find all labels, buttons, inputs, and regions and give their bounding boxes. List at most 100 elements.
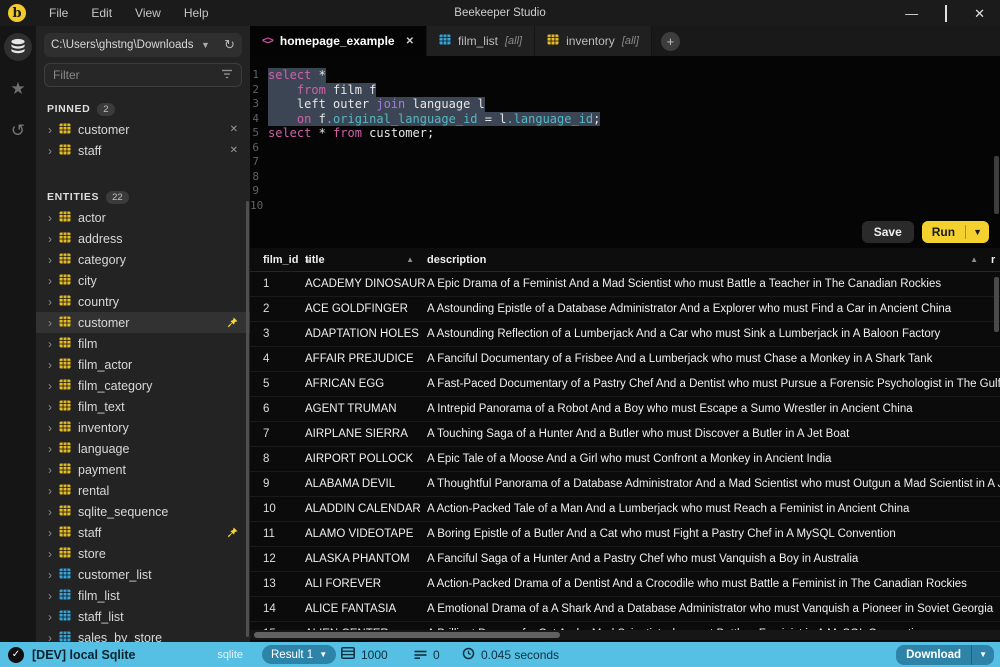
pin-icon[interactable] [227, 317, 238, 328]
chevron-right-icon[interactable]: › [48, 275, 52, 287]
table-row[interactable]: 13ALI FOREVERA Action-Packed Drama of a … [250, 572, 1000, 597]
cell-description[interactable]: A Action-Packed Tale of a Man And a Lumb… [427, 503, 1000, 515]
chevron-right-icon[interactable]: › [48, 145, 52, 157]
cell-title[interactable]: ALAMO VIDEOTAPE [305, 528, 427, 540]
connection-dropdown[interactable]: C:\Users\ghstng\Downloads ▼ ↻ [44, 33, 242, 57]
connections-database-icon[interactable] [4, 33, 32, 61]
chevron-right-icon[interactable]: › [48, 506, 52, 518]
menu-help[interactable]: Help [184, 6, 209, 20]
cell-title[interactable]: AIRPORT POLLOCK [305, 453, 427, 465]
cell-title[interactable]: AFFAIR PREJUDICE [305, 353, 427, 365]
entity-item-staff[interactable]: › staff [36, 522, 250, 543]
tab-inventory[interactable]: inventory[all] [535, 26, 652, 56]
sidebar-scrollbar[interactable] [246, 201, 249, 637]
table-row[interactable]: 1ACADEMY DINOSAURA Epic Drama of a Femin… [250, 272, 1000, 297]
table-row[interactable]: 9ALABAMA DEVILA Thoughtful Panorama of a… [250, 472, 1000, 497]
cell-description[interactable]: A Touching Saga of a Hunter And a Butler… [427, 428, 1000, 440]
results-horizontal-scrollbar[interactable] [250, 630, 1000, 640]
column-header-description[interactable]: description ▲ [427, 254, 991, 266]
table-row[interactable]: 8AIRPORT POLLOCKA Epic Tale of a Moose A… [250, 447, 1000, 472]
cell-description[interactable]: A Fanciful Documentary of a Frisbee And … [427, 353, 1000, 365]
results-vertical-scrollbar[interactable] [994, 277, 999, 332]
chevron-right-icon[interactable]: › [48, 296, 52, 308]
tab-homepage_example[interactable]: <>homepage_example✕ [250, 26, 427, 56]
chevron-right-icon[interactable]: › [48, 590, 52, 602]
entity-item-customer_list[interactable]: › customer_list [36, 564, 250, 585]
table-row[interactable]: 10ALADDIN CALENDARA Action-Packed Tale o… [250, 497, 1000, 522]
cell-film-id[interactable]: 8 [250, 453, 305, 465]
minimize-icon[interactable]: — [905, 7, 918, 20]
entity-item-language[interactable]: › language [36, 438, 250, 459]
chevron-right-icon[interactable]: › [48, 233, 52, 245]
cell-title[interactable]: ADAPTATION HOLES [305, 328, 427, 340]
cell-film-id[interactable]: 11 [250, 528, 305, 540]
cell-film-id[interactable]: 9 [250, 478, 305, 490]
table-row[interactable]: 6AGENT TRUMANA Intrepid Panorama of a Ro… [250, 397, 1000, 422]
table-row[interactable]: 4AFFAIR PREJUDICEA Fanciful Documentary … [250, 347, 1000, 372]
cell-title[interactable]: ALADDIN CALENDAR [305, 503, 427, 515]
cell-film-id[interactable]: 3 [250, 328, 305, 340]
pin-icon[interactable] [227, 527, 238, 538]
entity-item-film_category[interactable]: › film_category [36, 375, 250, 396]
cell-title[interactable]: AGENT TRUMAN [305, 403, 427, 415]
entity-item-customer[interactable]: › customer [36, 312, 250, 333]
history-icon[interactable]: ↺ [4, 117, 32, 145]
cell-title[interactable]: ALASKA PHANTOM [305, 553, 427, 565]
result-selector-button[interactable]: Result 1 ▼ [262, 645, 336, 664]
table-row[interactable]: 3ADAPTATION HOLESA Astounding Reflection… [250, 322, 1000, 347]
entity-item-rental[interactable]: › rental [36, 480, 250, 501]
column-header-film-id[interactable]: film_id ▲ [250, 254, 305, 266]
chevron-right-icon[interactable]: › [48, 548, 52, 560]
entity-item-payment[interactable]: › payment [36, 459, 250, 480]
entity-item-film_list[interactable]: › film_list [36, 585, 250, 606]
save-button[interactable]: Save [862, 221, 914, 243]
unpin-close-icon[interactable]: ✕ [230, 145, 238, 156]
cell-film-id[interactable]: 4 [250, 353, 305, 365]
cell-description[interactable]: A Astounding Epistle of a Database Admin… [427, 303, 1000, 315]
favorites-star-icon[interactable]: ★ [4, 75, 32, 103]
cell-description[interactable]: A Thoughtful Panorama of a Database Admi… [427, 478, 1000, 490]
table-row[interactable]: 12ALASKA PHANTOMA Fanciful Saga of a Hun… [250, 547, 1000, 572]
chevron-right-icon[interactable]: › [48, 464, 52, 476]
pinned-item-staff[interactable]: › staff✕ [36, 140, 250, 161]
chevron-right-icon[interactable]: › [48, 401, 52, 413]
cell-description[interactable]: A Epic Drama of a Feminist And a Mad Sci… [427, 278, 1000, 290]
run-button[interactable]: Run ▼ [922, 221, 989, 243]
entity-item-store[interactable]: › store [36, 543, 250, 564]
column-header-title[interactable]: title ▲ [305, 254, 427, 266]
cell-description[interactable]: A Intrepid Panorama of a Robot And a Boy… [427, 403, 1000, 415]
entity-item-country[interactable]: › country [36, 291, 250, 312]
chevron-right-icon[interactable]: › [48, 124, 52, 136]
chevron-right-icon[interactable]: › [48, 212, 52, 224]
entity-item-film_actor[interactable]: › film_actor [36, 354, 250, 375]
entity-item-address[interactable]: › address [36, 228, 250, 249]
cell-title[interactable]: ACADEMY DINOSAUR [305, 278, 427, 290]
cell-description[interactable]: A Epic Tale of a Moose And a Girl who mu… [427, 453, 1000, 465]
scrollbar-thumb[interactable] [254, 632, 560, 638]
cell-description[interactable]: A Fanciful Saga of a Hunter And a Pastry… [427, 553, 1000, 565]
cell-film-id[interactable]: 10 [250, 503, 305, 515]
new-tab-plus-icon[interactable]: + [661, 32, 680, 51]
chevron-right-icon[interactable]: › [48, 359, 52, 371]
chevron-right-icon[interactable]: › [48, 527, 52, 539]
menu-file[interactable]: File [49, 6, 68, 20]
table-row[interactable]: 5AFRICAN EGGA Fast-Paced Documentary of … [250, 372, 1000, 397]
unpin-close-icon[interactable]: ✕ [230, 124, 238, 135]
entity-item-film[interactable]: › film [36, 333, 250, 354]
cell-description[interactable]: A Fast-Paced Documentary of a Pastry Che… [427, 378, 1000, 390]
cell-description[interactable]: A Action-Packed Drama of a Dentist And a… [427, 578, 1000, 590]
chevron-right-icon[interactable]: › [48, 317, 52, 329]
entity-item-staff_list[interactable]: › staff_list [36, 606, 250, 627]
maximize-icon[interactable] [945, 7, 947, 20]
chevron-right-icon[interactable]: › [48, 443, 52, 455]
chevron-right-icon[interactable]: › [48, 485, 52, 497]
cell-title[interactable]: AFRICAN EGG [305, 378, 427, 390]
run-chevron-down-icon[interactable]: ▼ [966, 227, 989, 237]
chevron-right-icon[interactable]: › [48, 254, 52, 266]
cell-film-id[interactable]: 7 [250, 428, 305, 440]
filter-input[interactable] [53, 68, 221, 82]
download-button[interactable]: Download ▼ [896, 645, 994, 665]
cell-film-id[interactable]: 6 [250, 403, 305, 415]
cell-title[interactable]: ACE GOLDFINGER [305, 303, 427, 315]
entity-item-sqlite_sequence[interactable]: › sqlite_sequence [36, 501, 250, 522]
